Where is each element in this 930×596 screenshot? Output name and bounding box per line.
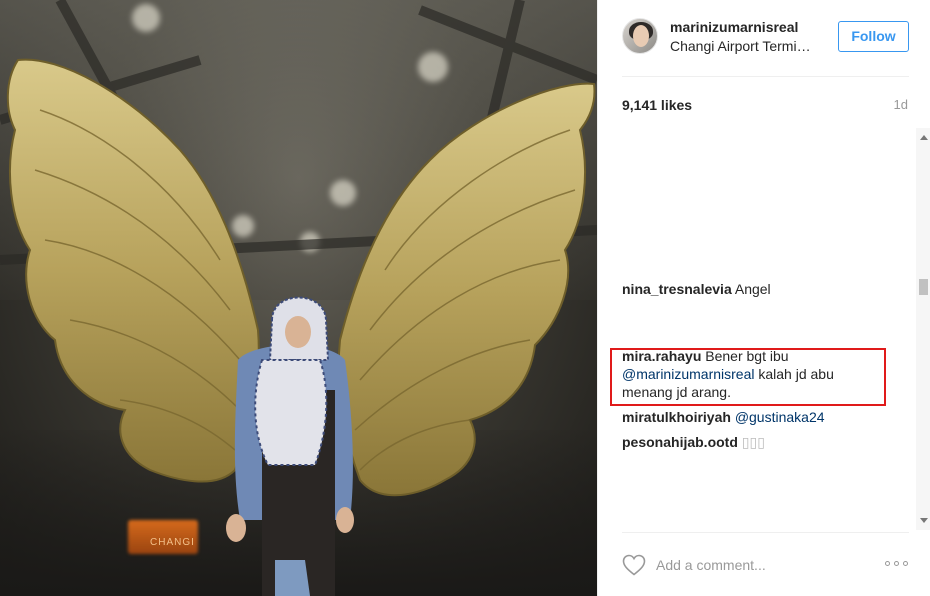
location-link[interactable]: Changi Airport Termi…	[670, 38, 820, 54]
comment-text: Angel	[734, 281, 771, 297]
comments-scrollbar[interactable]	[916, 128, 930, 530]
comment-username[interactable]: nina_tresnalevia	[622, 281, 732, 297]
comment-mention-link[interactable]: @gustinaka24	[735, 409, 825, 425]
dot	[894, 561, 899, 566]
comment-item: miratulkhoiriyah @gustinaka24	[622, 408, 877, 426]
post-photo[interactable]: CHANGI	[0, 0, 597, 596]
comment-mention-link[interactable]: @marinizumarnisreal	[622, 366, 754, 382]
comment-username[interactable]: pesonahijab.ootd	[622, 434, 738, 450]
post-time[interactable]: 1d	[894, 97, 908, 112]
comment-item: mira.rahayu Bener bgt ibu @marinizumarni…	[622, 347, 877, 401]
scroll-up-arrow-icon[interactable]	[920, 135, 928, 140]
comments-list[interactable]: nina_tresnalevia Angel mira.rahayu Bener…	[598, 128, 916, 528]
heart-icon[interactable]	[622, 554, 646, 576]
follow-button[interactable]: Follow	[838, 21, 909, 52]
header-divider	[622, 76, 909, 77]
avatar-face	[633, 25, 649, 47]
scroll-down-arrow-icon[interactable]	[920, 518, 928, 523]
username-link[interactable]: marinizumarnisreal	[670, 19, 798, 35]
post-header: marinizumarnisreal Changi Airport Termi……	[598, 0, 930, 76]
comment-username[interactable]: miratulkhoiriyah	[622, 409, 731, 425]
likes-count[interactable]: 9,141 likes	[622, 97, 692, 113]
comment-username[interactable]: mira.rahayu	[622, 348, 701, 364]
comment-item: pesonahijab.ootd ▯▯▯	[622, 433, 877, 451]
footer-divider	[622, 532, 909, 533]
avatar[interactable]	[622, 18, 658, 54]
dot	[903, 561, 908, 566]
scrollbar-thumb[interactable]	[919, 279, 928, 295]
post-side-panel: marinizumarnisreal Changi Airport Termi……	[597, 0, 930, 596]
comment-text: ▯▯▯	[741, 434, 765, 450]
background-sign-text: CHANGI	[150, 537, 195, 548]
more-options-icon[interactable]	[885, 559, 911, 569]
comment-text: Bener bgt ibu	[705, 348, 789, 364]
dot	[885, 561, 890, 566]
wings-illustration	[0, 0, 597, 596]
comment-item: nina_tresnalevia Angel	[622, 280, 877, 298]
comment-input[interactable]	[656, 555, 856, 575]
